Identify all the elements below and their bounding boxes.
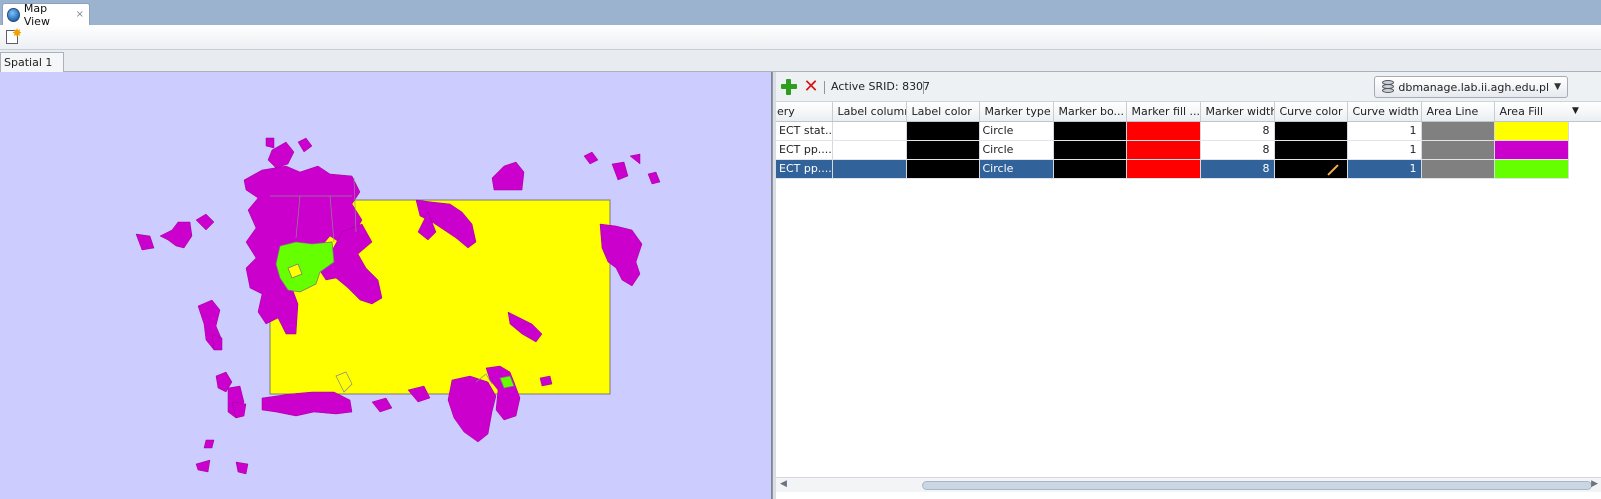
marker-width-cell[interactable]: 8 [1200,159,1275,179]
toolbar-separator [824,81,825,94]
view-tab-strip: Spatial 1 [0,50,1601,72]
scrollbar-thumb[interactable] [922,481,1592,490]
area-fill-swatch[interactable] [1494,140,1569,160]
curve-width-cell[interactable]: 1 [1347,140,1422,160]
table-row[interactable]: ECT pp.... Circle 8 1 [776,159,1569,179]
marker-type-cell[interactable]: Circle [979,121,1054,141]
close-tab-icon[interactable]: × [76,9,84,20]
new-star-icon: ✸ [12,26,23,40]
chevron-down-icon: ▼ [1554,82,1561,92]
area-fill-swatch[interactable] [1494,121,1569,141]
scroll-left-icon[interactable]: ◀ [780,479,787,489]
query-cell[interactable]: ECT pp.... [776,159,833,179]
layer-panel: ✕ Active SRID: 8307 dbmanage.lab.ii.agh.… [776,72,1601,499]
database-icon [1381,79,1394,95]
main-toolbar: ✸ [0,25,1601,50]
table-row[interactable]: ECT stat... Circle 8 1 [776,121,1569,141]
table-row[interactable]: ECT pp.... Circle 8 1 [776,140,1569,160]
curve-width-cell[interactable]: 1 [1347,159,1422,179]
connection-dropdown[interactable]: dbmanage.lab.ii.agh.edu.pl ▼ [1374,76,1568,98]
column-menu-icon[interactable]: ▼ [1568,102,1601,122]
layer-table: ery Label column Label color Marker type… [776,102,1569,179]
query-cell[interactable]: ECT stat... [776,121,833,141]
label-color-swatch[interactable] [906,159,980,179]
column-header-marker-width[interactable]: Marker width [1200,102,1275,122]
marker-type-cell[interactable]: Circle [979,140,1054,160]
marker-fill-swatch[interactable] [1126,159,1201,179]
label-column-cell[interactable] [832,159,907,179]
map-rendering[interactable] [0,72,772,499]
label-column-cell[interactable] [832,121,907,141]
tab-map-view-label: Map View [23,1,50,28]
marker-width-cell[interactable]: 8 [1200,140,1275,160]
label-color-swatch[interactable] [906,140,980,160]
column-header-marker-border[interactable]: Marker bo... [1053,102,1127,122]
area-line-swatch[interactable] [1421,140,1495,160]
curve-width-cell[interactable]: 1 [1347,121,1422,141]
marker-border-swatch[interactable] [1053,140,1127,160]
column-header-curve-color[interactable]: Curve color [1274,102,1348,122]
edit-pencil-icon[interactable] [1327,164,1339,176]
tab-map-view[interactable]: Map View × [2,1,90,28]
layer-toolbar: ✕ Active SRID: 8307 dbmanage.lab.ii.agh.… [776,72,1601,102]
column-header-curve-width[interactable]: Curve width [1347,102,1422,122]
marker-border-swatch[interactable] [1053,121,1127,141]
area-fill-swatch[interactable] [1494,159,1569,179]
scroll-right-icon[interactable]: ▶ [1591,479,1598,489]
globe-icon [7,7,20,22]
marker-border-swatch[interactable] [1053,159,1127,179]
column-header-marker-fill[interactable]: Marker fill ... [1126,102,1201,122]
tab-spatial-1[interactable]: Spatial 1 [0,52,64,72]
add-icon[interactable] [780,78,798,96]
area-line-swatch[interactable] [1421,121,1495,141]
curve-color-swatch[interactable] [1274,121,1348,141]
window-title-bar: Map View × [0,0,1601,28]
marker-fill-swatch[interactable] [1126,140,1201,160]
marker-type-cell[interactable]: Circle [979,159,1054,179]
column-header-area-line[interactable]: Area Line [1421,102,1495,122]
active-srid-label: Active SRID: 8307 [831,80,931,93]
horizontal-scrollbar[interactable]: ◀ ▶ [776,477,1601,492]
curve-color-swatch[interactable] [1274,140,1348,160]
new-document-button[interactable]: ✸ [4,26,23,46]
column-header-marker-type[interactable]: Marker type [979,102,1054,122]
column-header-area-fill[interactable]: Area Fill [1494,102,1569,122]
map-canvas[interactable] [0,72,772,499]
column-header-label-column[interactable]: Label column [832,102,907,122]
column-header-label-color[interactable]: Label color [906,102,980,122]
curve-color-swatch[interactable] [1274,159,1348,179]
marker-width-cell[interactable]: 8 [1200,121,1275,141]
table-header-row: ery Label column Label color Marker type… [776,102,1569,122]
label-column-cell[interactable] [832,140,907,160]
label-color-swatch[interactable] [906,121,980,141]
column-header-query[interactable]: ery [776,102,833,122]
connection-name: dbmanage.lab.ii.agh.edu.pl [1398,80,1550,94]
marker-fill-swatch[interactable] [1126,121,1201,141]
delete-icon[interactable]: ✕ [802,78,820,96]
query-cell[interactable]: ECT pp.... [776,140,833,160]
area-line-swatch[interactable] [1421,159,1495,179]
toolbar-separator [923,81,924,94]
